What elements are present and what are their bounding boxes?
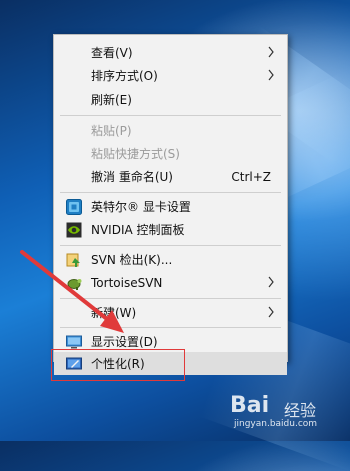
watermark-url: jingyan.baidu.com bbox=[234, 419, 318, 429]
menu-item-label: 粘贴(P) bbox=[91, 124, 132, 138]
menu-item-label: 撤消 重命名(U) bbox=[91, 170, 173, 184]
menu-item-paste: 粘贴(P) bbox=[54, 119, 287, 142]
baidu-jingyan-watermark: Bai 经验 jingyan.baidu.com bbox=[224, 393, 346, 437]
menu-item-refresh[interactable]: 刷新(E) bbox=[54, 88, 287, 111]
menu-separator bbox=[60, 192, 281, 193]
menu-item-shortcut: Ctrl+Z bbox=[231, 169, 271, 184]
menu-item-view[interactable]: 查看(V) bbox=[54, 41, 287, 64]
nvidia-icon bbox=[66, 222, 82, 237]
menu-item-nvidia-control-panel[interactable]: NVIDIA 控制面板 bbox=[54, 218, 287, 241]
menu-item-label: NVIDIA 控制面板 bbox=[91, 223, 185, 237]
submenu-arrow-icon bbox=[268, 69, 274, 81]
menu-item-label: 刷新(E) bbox=[91, 93, 132, 107]
menu-separator bbox=[60, 115, 281, 116]
baidu-logo: Bai bbox=[230, 393, 270, 418]
menu-item-label: 新建(W) bbox=[91, 306, 137, 320]
tortoisesvn-icon bbox=[67, 278, 82, 290]
menu-item-new[interactable]: 新建(W) bbox=[54, 301, 287, 324]
jingyan-label: 经验 bbox=[284, 401, 317, 420]
menu-separator bbox=[60, 245, 281, 246]
menu-item-intel-graphics[interactable]: 英特尔® 显卡设置 bbox=[54, 195, 287, 218]
menu-item-label: SVN 检出(K)... bbox=[91, 253, 173, 267]
menu-item-label: 粘贴快捷方式(S) bbox=[91, 147, 180, 161]
menu-item-label: 查看(V) bbox=[91, 46, 133, 60]
menu-item-paste-shortcut: 粘贴快捷方式(S) bbox=[54, 142, 287, 165]
svn-checkout-icon bbox=[66, 253, 80, 267]
highlight-box bbox=[51, 349, 185, 381]
menu-item-label: 显示设置(D) bbox=[91, 335, 158, 349]
intel-graphics-icon bbox=[66, 198, 82, 215]
menu-separator bbox=[60, 298, 281, 299]
menu-item-tortoisesvn[interactable]: TortoiseSVN bbox=[54, 271, 287, 294]
submenu-arrow-icon bbox=[268, 276, 274, 288]
menu-separator bbox=[60, 327, 281, 328]
menu-item-svn-checkout[interactable]: SVN 检出(K)... bbox=[54, 248, 287, 271]
desktop-context-menu: 查看(V) 排序方式(O) 刷新(E) 粘贴(P) 粘贴快捷方式(S) 撤消 重… bbox=[53, 34, 288, 375]
submenu-arrow-icon bbox=[268, 46, 274, 58]
display-settings-icon bbox=[66, 335, 82, 348]
menu-item-label: 排序方式(O) bbox=[91, 69, 158, 83]
menu-item-sort-by[interactable]: 排序方式(O) bbox=[54, 64, 287, 87]
menu-item-label: TortoiseSVN bbox=[91, 275, 163, 290]
menu-item-label: 英特尔® 显卡设置 bbox=[91, 200, 191, 214]
submenu-arrow-icon bbox=[268, 306, 274, 318]
menu-item-undo-rename[interactable]: 撤消 重命名(U) Ctrl+Z bbox=[54, 165, 287, 188]
